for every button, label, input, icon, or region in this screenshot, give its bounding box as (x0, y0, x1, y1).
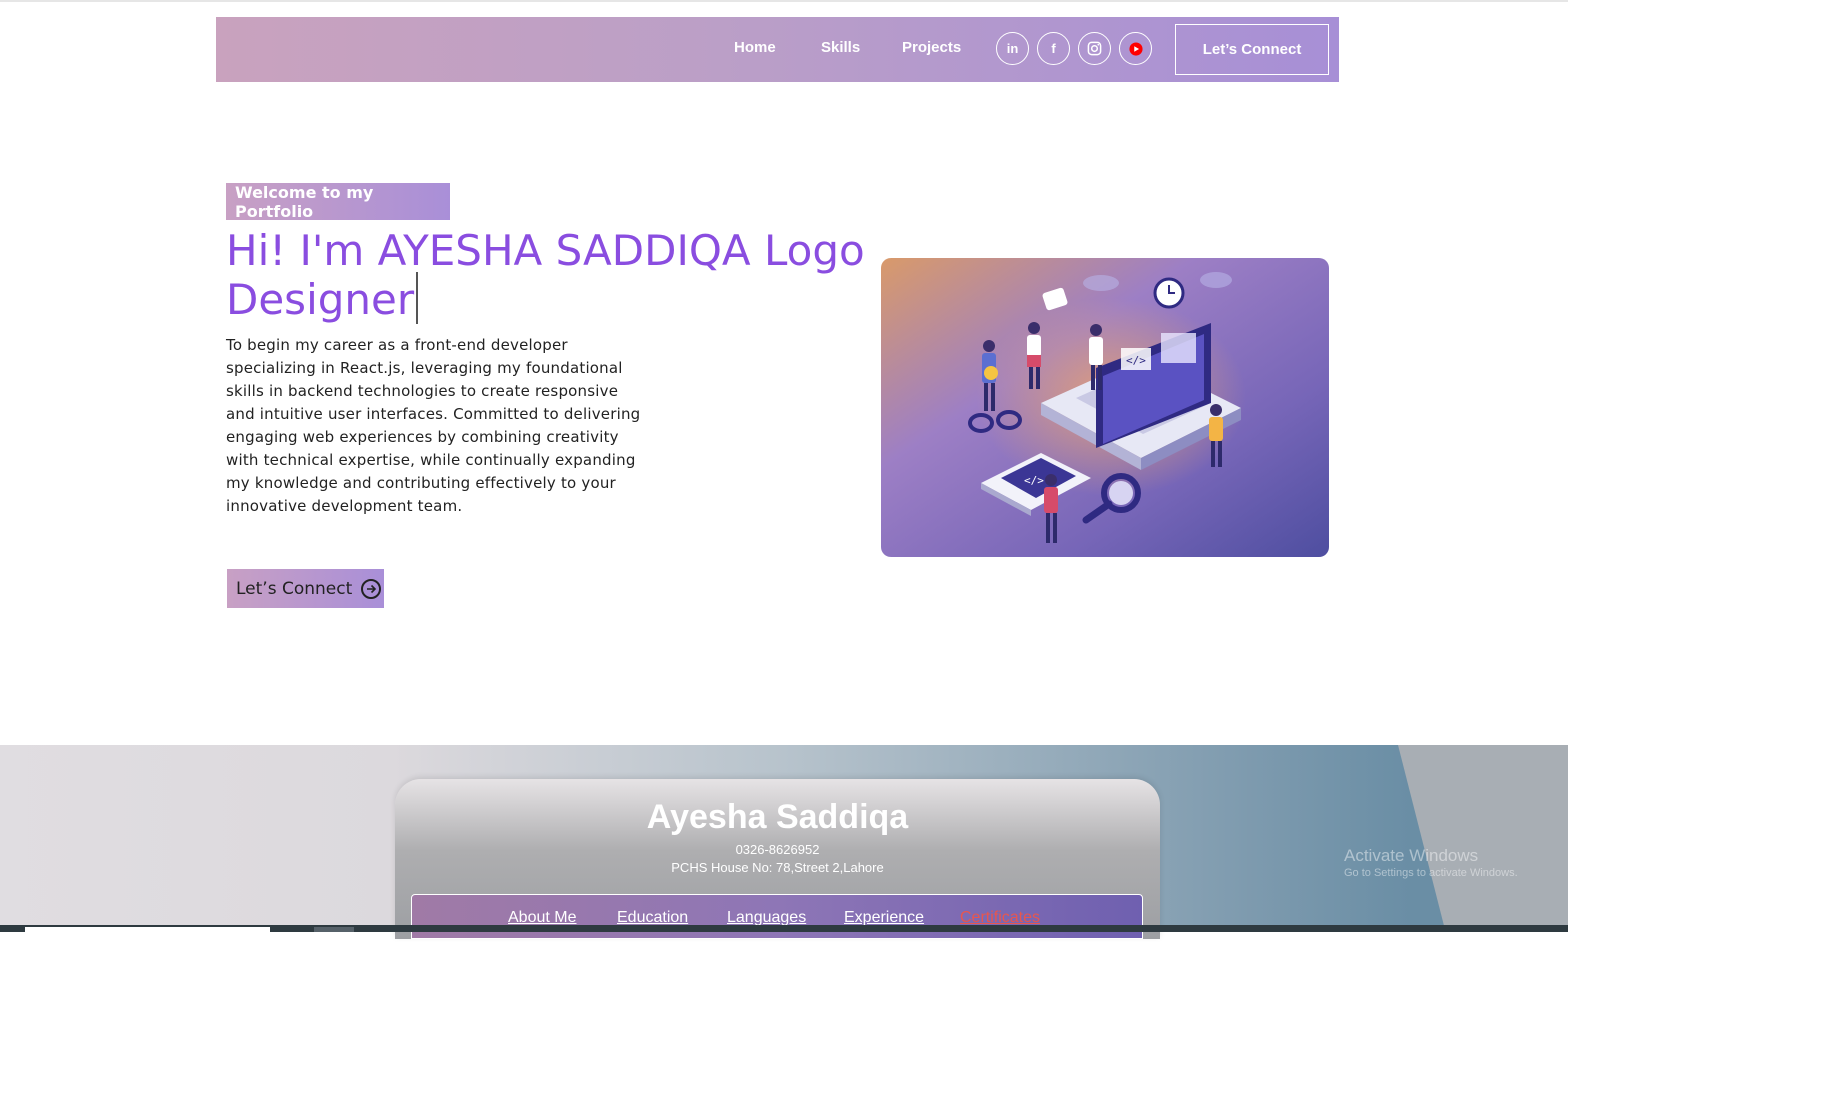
facebook-icon[interactable]: f (1037, 32, 1070, 65)
nav-home-link[interactable]: Home (734, 39, 776, 56)
taskbar-highlight (25, 927, 270, 932)
top-border (0, 0, 1568, 2)
youtube-icon[interactable] (1119, 32, 1152, 65)
profile-card: Ayesha Saddiqa 0326-8626952 PCHS House N… (395, 779, 1160, 939)
nav-projects-link[interactable]: Projects (902, 39, 961, 56)
welcome-badge: Welcome to my Portfolio (226, 183, 450, 221)
youtube-glyph (1128, 41, 1143, 56)
activate-windows-watermark: Activate Windows (1344, 846, 1479, 865)
hero-description: To begin my career as a front-end develo… (226, 336, 641, 515)
instagram-icon[interactable] (1078, 32, 1111, 65)
code-glyph-laptop: </> (1126, 354, 1146, 367)
navbar: Home Skills Projects in f Let’s Connect (216, 17, 1339, 82)
profile-name: Ayesha Saddiqa (646, 798, 909, 836)
facebook-glyph: f (1051, 41, 1056, 56)
profile-section: Ayesha Saddiqa 0326-8626952 PCHS House N… (0, 745, 1568, 939)
linkedin-glyph: in (1006, 41, 1019, 56)
code-glyph-phone: </> (1024, 474, 1044, 487)
lets-connect-nav-button[interactable]: Let’s Connect (1175, 24, 1329, 75)
profile-address: PCHS House No: 78,Street 2,Lahore (671, 860, 884, 875)
linkedin-icon[interactable]: in (996, 32, 1029, 65)
decorative-slant (1398, 745, 1568, 932)
hero-cta-label: Let’s Connect (236, 578, 353, 599)
taskbar-strip (0, 925, 1568, 932)
profile-phone: 0326-8626952 (735, 842, 820, 857)
typing-caret (416, 272, 419, 324)
developer-laptop-illustration: </> </> (881, 258, 1329, 557)
taskbar-segment (314, 927, 354, 932)
activate-windows-hint: Go to Settings to activate Windows. (1344, 867, 1518, 879)
hero-title-text: Hi! I'm AYESHA SADDIQA Logo Designer (226, 226, 865, 324)
profile-tabs: About Me Education Languages Experience … (411, 894, 1143, 939)
nav-skills-link[interactable]: Skills (821, 39, 860, 56)
instagram-glyph (1087, 41, 1102, 56)
arrow-circle-right-icon (361, 578, 382, 599)
hero-title: Hi! I'm AYESHA SADDIQA Logo Designer (226, 229, 866, 324)
lets-connect-hero-button[interactable]: Let’s Connect (226, 568, 385, 609)
